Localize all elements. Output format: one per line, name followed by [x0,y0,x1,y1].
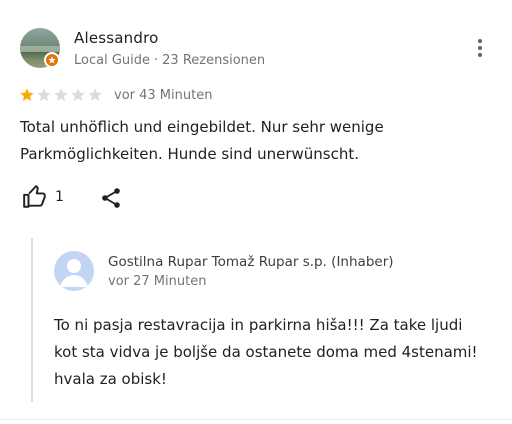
author-name[interactable]: Alessandro [74,29,159,47]
review-text-line: Total unhöflich und eingebildet. Nur seh… [20,118,384,136]
review-text: Total unhöflich und eingebildet. Nur seh… [20,114,490,168]
owner-avatar [54,251,94,291]
bottom-divider [0,419,512,420]
more-options-button[interactable] [470,36,490,60]
star-empty-icon [37,88,51,101]
star-rating [19,87,103,103]
star-empty-icon [71,88,85,101]
author-review-count: 23 Rezensionen [162,53,266,68]
thumb-up-icon [23,185,46,208]
reply-text-line: To ni pasja restavracija in parkirna hiš… [54,316,463,334]
reply-text-line: hvala za obisk! [54,370,167,388]
reply-time: vor 27 Minuten [108,274,207,289]
reply-text: To ni pasja restavracija in parkirna hiš… [54,312,494,393]
like-count: 1 [55,189,64,205]
local-guide-badge-icon [44,52,60,68]
star-empty-icon [88,88,102,101]
owner-name: Gostilna Rupar Tomaž Rupar s.p. (Inhaber… [108,254,394,270]
star-empty-icon [54,88,68,101]
author-meta: Local Guide · 23 Rezensionen [74,53,265,68]
meta-separator: · [154,53,159,68]
like-button[interactable] [22,184,48,210]
star-filled-icon [20,88,34,101]
owner-reply: Gostilna Rupar Tomaž Rupar s.p. (Inhaber… [31,238,503,402]
share-icon [102,188,120,208]
review-time: vor 43 Minuten [114,88,213,103]
more-vert-icon [478,39,482,43]
review-text-line: Parkmöglichkeiten. Hunde sind unerwünsch… [20,145,360,163]
person-icon [60,259,88,287]
share-button[interactable] [99,186,123,210]
review-card: Alessandro Local Guide · 23 Rezensionen vo… [0,0,512,424]
reply-text-line: kot sta vidva je boljše da ostanete doma… [54,343,478,361]
author-role: Local Guide [74,53,151,68]
